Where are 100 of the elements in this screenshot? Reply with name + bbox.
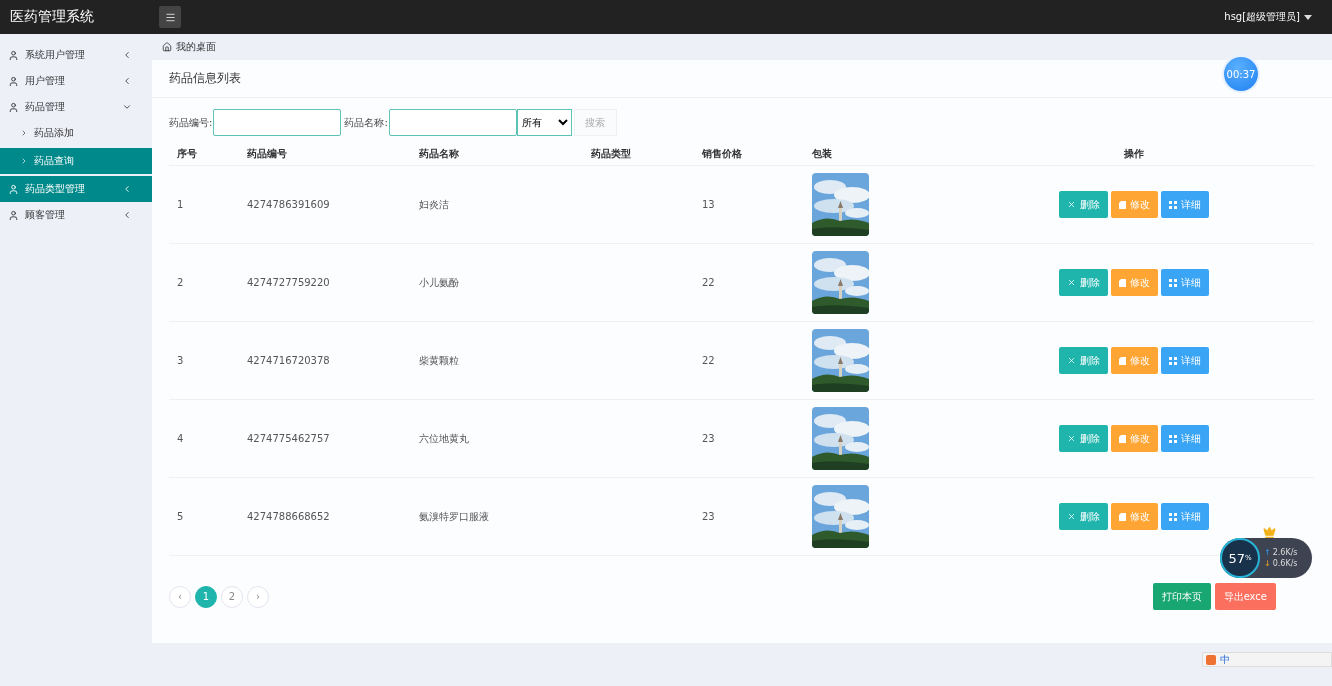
column-header: 药品编号 — [247, 146, 288, 161]
sidebar-subitem[interactable]: 药品查询 — [0, 148, 152, 174]
export-button[interactable]: 导出exce — [1214, 583, 1276, 610]
action-button[interactable]: 修改 — [1111, 191, 1158, 218]
action-button[interactable]: 删除 — [1059, 425, 1108, 452]
table-cell-text: 妇炎洁 — [419, 197, 450, 212]
grid-icon — [1169, 278, 1177, 287]
field-label: 药品名称: — [344, 115, 388, 130]
action-button[interactable]: 详细 — [1161, 269, 1209, 296]
table-cell-text: 六位地黄丸 — [419, 431, 470, 446]
sidebar-subitem[interactable]: 药品添加 — [0, 120, 152, 146]
action-button[interactable]: 详细 — [1161, 425, 1209, 452]
document-icon — [1119, 434, 1126, 443]
chevron-right-icon — [20, 129, 28, 137]
document-icon — [1119, 278, 1126, 287]
user-icon — [8, 75, 19, 87]
action-button[interactable]: 删除 — [1059, 503, 1108, 530]
input-field[interactable] — [388, 109, 517, 136]
action-button[interactable]: 修改 — [1111, 269, 1158, 296]
grid-icon — [1169, 356, 1177, 365]
ime-logo-icon — [1206, 654, 1216, 665]
table-cell-text: 23 — [702, 511, 716, 522]
action-button[interactable]: 详细 — [1161, 503, 1209, 530]
action-button[interactable]: 删除 — [1059, 347, 1108, 374]
menu-icon — [164, 11, 176, 23]
action-button[interactable]: 删除 — [1059, 191, 1108, 218]
column-header: 操作 — [1123, 146, 1145, 161]
breadcrumb-link[interactable]: 我的桌面 — [176, 40, 216, 54]
chevron-right-icon — [20, 157, 28, 165]
next-page-button[interactable]: › — [247, 585, 269, 608]
action-button[interactable]: 修改 — [1111, 503, 1158, 530]
sidebar-item[interactable]: 用户管理 — [0, 68, 152, 94]
action-button[interactable]: 删除 — [1059, 269, 1108, 296]
table-cell-text: 13 — [702, 199, 716, 210]
chevron-down-icon — [122, 102, 132, 112]
user-icon — [8, 183, 19, 195]
document-icon — [1119, 512, 1126, 521]
ime-mode[interactable]: 中 — [1220, 652, 1230, 667]
table-cell-text: 4274788668652 — [247, 511, 331, 522]
home-icon — [162, 42, 172, 52]
table-cell-text: 1 — [177, 199, 185, 210]
chevron-left-icon — [122, 76, 132, 86]
user-icon — [8, 49, 19, 61]
crown-icon — [1263, 526, 1276, 539]
action-button[interactable]: 修改 — [1111, 425, 1158, 452]
page-button[interactable]: 2 — [221, 585, 243, 608]
close-icon — [1067, 434, 1076, 443]
print-button[interactable]: 打印本页 — [1152, 583, 1211, 610]
chevron-left-icon — [122, 50, 132, 60]
sidebar-item[interactable]: 系统用户管理 — [0, 42, 152, 68]
column-header: 药品名称 — [419, 146, 460, 161]
download-rate: 0.6K/s — [1272, 559, 1298, 568]
input-field[interactable] — [213, 109, 342, 136]
search-button[interactable]: 搜索 — [573, 109, 617, 136]
table-cell-text: 小儿氨酚 — [419, 275, 460, 290]
document-icon — [1119, 200, 1126, 209]
table-cell-text: 4274727759220 — [247, 277, 331, 288]
table-cell-text: 柴黄颗粒 — [419, 353, 460, 368]
type-select[interactable]: 所有 — [516, 109, 572, 136]
close-icon — [1067, 512, 1076, 521]
user-icon — [8, 101, 19, 113]
table-cell-text: 4274775462757 — [247, 433, 331, 444]
table-cell-text: 4274716720378 — [247, 355, 331, 366]
sidebar-item[interactable]: 药品管理 — [0, 94, 152, 120]
app-title: 医药管理系统 — [9, 8, 95, 26]
table-cell-text: 23 — [702, 433, 716, 444]
table-cell-text: 22 — [702, 277, 716, 288]
sidebar-item[interactable]: 药品类型管理 — [0, 176, 152, 202]
action-button[interactable]: 详细 — [1161, 191, 1209, 218]
column-header: 药品类型 — [591, 146, 632, 161]
menu-button[interactable] — [159, 6, 181, 28]
table-cell-text: 3 — [177, 355, 185, 366]
table-cell-text: 5 — [177, 511, 185, 522]
close-icon — [1067, 200, 1076, 209]
user-icon — [8, 209, 19, 221]
timer-badge: 00:37 — [1224, 57, 1258, 91]
previous-page-button[interactable]: ‹ — [169, 585, 191, 608]
document-icon — [1119, 356, 1126, 365]
up-arrow-icon: ↑ — [1264, 548, 1271, 557]
chevron-left-icon — [122, 184, 132, 194]
field-label: 药品编号: — [169, 115, 213, 130]
table-cell-text: 4 — [177, 433, 185, 444]
page-button[interactable]: 1 — [195, 585, 217, 608]
sidebar-item[interactable]: 顾客管理 — [0, 202, 152, 228]
action-button[interactable]: 修改 — [1111, 347, 1158, 374]
grid-icon — [1169, 512, 1177, 521]
close-icon — [1067, 356, 1076, 365]
grid-icon — [1169, 200, 1177, 209]
table-cell-text: 4274786391609 — [247, 199, 331, 210]
table-cell-text: 氨溴特罗口服液 — [419, 509, 490, 524]
action-button[interactable]: 详细 — [1161, 347, 1209, 374]
column-header: 销售价格 — [702, 146, 743, 161]
table-cell-text: 2 — [177, 277, 185, 288]
user-menu[interactable]: hsg[超级管理员] — [1224, 10, 1312, 24]
close-icon — [1067, 278, 1076, 287]
table-cell-text: 22 — [702, 355, 716, 366]
chevron-left-icon — [122, 210, 132, 220]
column-header: 包装 — [812, 146, 833, 161]
down-arrow-icon: ↓ — [1264, 559, 1271, 568]
upload-rate: 2.6K/s — [1272, 548, 1298, 557]
